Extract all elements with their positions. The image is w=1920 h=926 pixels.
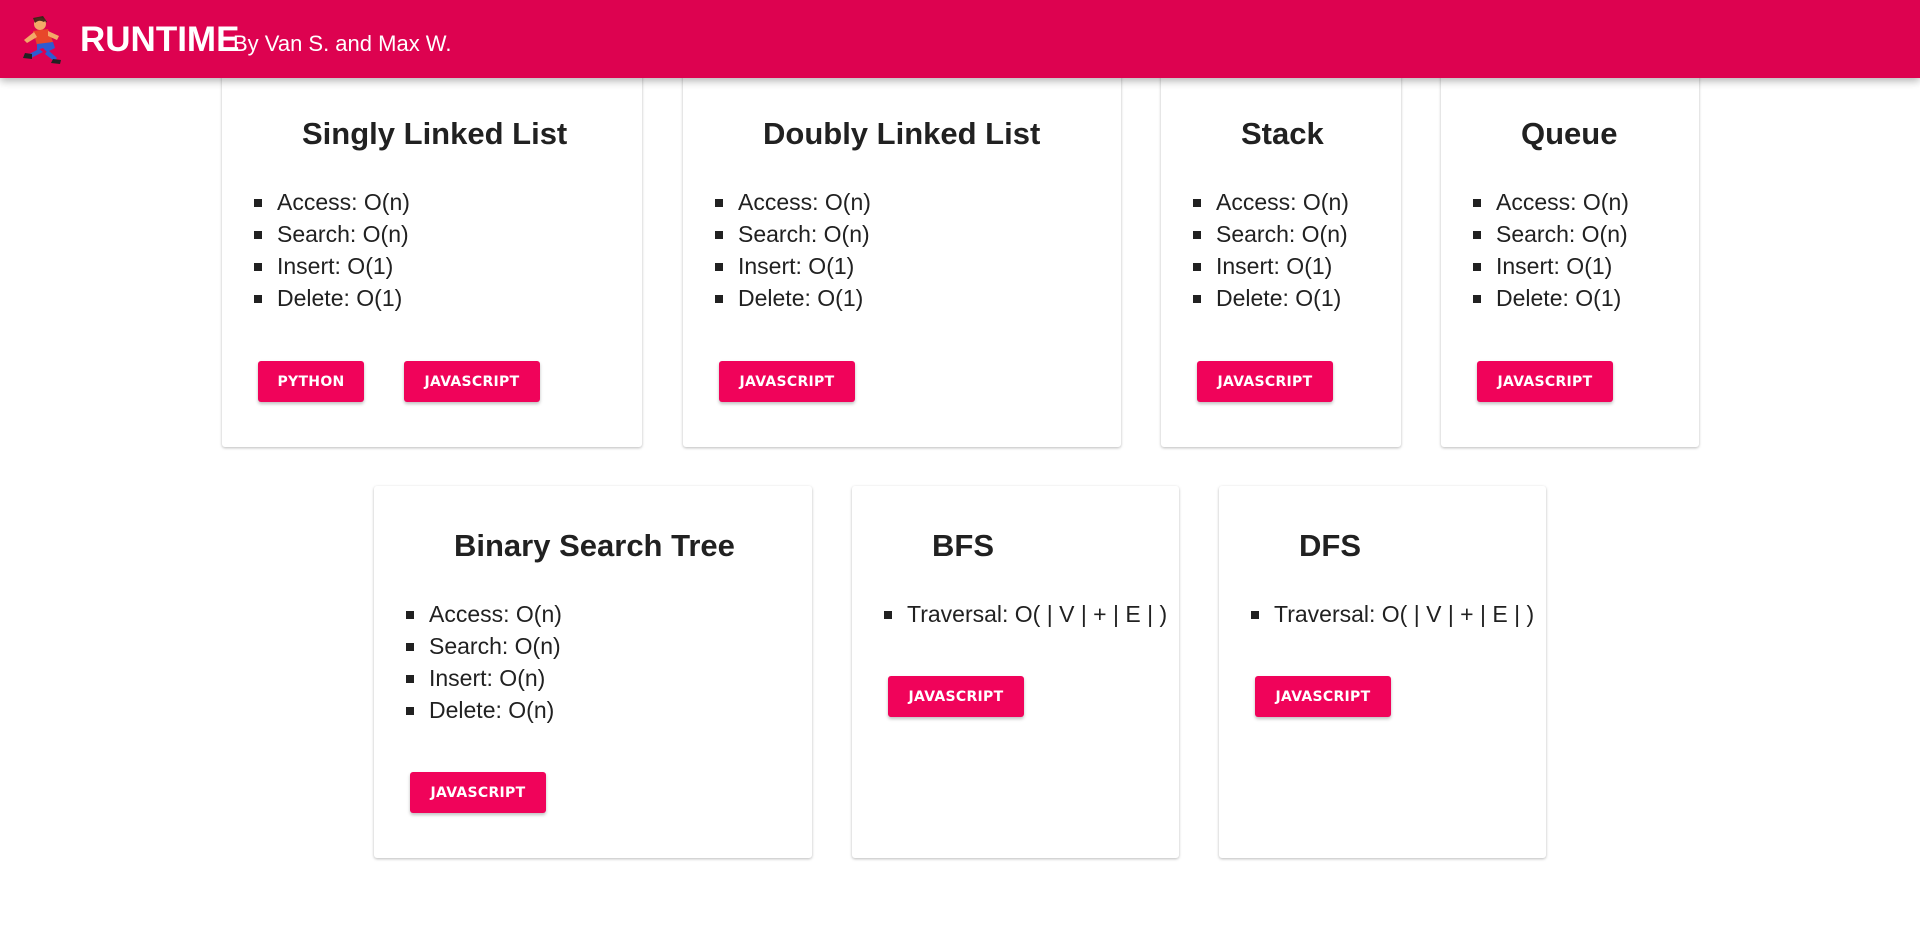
list-item: Insert: O(1) (1193, 250, 1349, 282)
list-item: Search: O(n) (406, 630, 562, 662)
card-bfs: BFS Traversal: O( | V | + | E | ) JAVASC… (852, 486, 1179, 858)
bullet-icon (254, 231, 262, 239)
app-title: RUNTIME (80, 20, 240, 59)
bullet-icon (1193, 199, 1201, 207)
complexity-list: Access: O(n) Search: O(n) Insert: O(1) D… (715, 186, 871, 314)
list-item: Traversal: O( | V | + | E | ) (1251, 598, 1534, 630)
card-queue: Queue Access: O(n) Search: O(n) Insert: … (1441, 62, 1699, 447)
bullet-icon (715, 199, 723, 207)
list-item: Traversal: O( | V | + | E | ) (884, 598, 1167, 630)
bullet-icon (254, 199, 262, 207)
complexity-list: Access: O(n) Search: O(n) Insert: O(n) D… (406, 598, 562, 726)
complexity-list: Access: O(n) Search: O(n) Insert: O(1) D… (1473, 186, 1629, 314)
card-title: Singly Linked List (302, 116, 568, 151)
bullet-icon (1473, 199, 1481, 207)
list-item: Delete: O(n) (406, 694, 562, 726)
bullet-icon (1473, 295, 1481, 303)
app-bar: RUNTIME By Van S. and Max W. (0, 0, 1920, 78)
list-item: Access: O(n) (254, 186, 410, 218)
list-item: Search: O(n) (1473, 218, 1629, 250)
javascript-button[interactable]: JAVASCRIPT (888, 676, 1024, 717)
bullet-icon (406, 675, 414, 683)
card-title: DFS (1299, 528, 1361, 563)
javascript-button[interactable]: JAVASCRIPT (410, 772, 546, 813)
list-item: Insert: O(1) (254, 250, 410, 282)
list-item: Delete: O(1) (1473, 282, 1629, 314)
card-title: Stack (1241, 116, 1324, 151)
card-dfs: DFS Traversal: O( | V | + | E | ) JAVASC… (1219, 486, 1546, 858)
bullet-icon (1251, 611, 1259, 619)
list-item: Delete: O(1) (254, 282, 410, 314)
javascript-button[interactable]: JAVASCRIPT (1197, 361, 1333, 402)
complexity-list: Traversal: O( | V | + | E | ) (1251, 598, 1534, 630)
bullet-icon (1193, 263, 1201, 271)
complexity-list: Traversal: O( | V | + | E | ) (884, 598, 1167, 630)
bullet-icon (1473, 231, 1481, 239)
list-item: Search: O(n) (715, 218, 871, 250)
list-item: Insert: O(n) (406, 662, 562, 694)
bullet-icon (406, 707, 414, 715)
card-doubly-linked-list: Doubly Linked List Access: O(n) Search: … (683, 62, 1121, 447)
list-item: Delete: O(1) (1193, 282, 1349, 314)
list-item: Delete: O(1) (715, 282, 871, 314)
bullet-icon (884, 611, 892, 619)
bullet-icon (254, 295, 262, 303)
bullet-icon (254, 263, 262, 271)
list-item: Search: O(n) (254, 218, 410, 250)
list-item: Access: O(n) (1193, 186, 1349, 218)
list-item: Access: O(n) (1473, 186, 1629, 218)
complexity-list: Access: O(n) Search: O(n) Insert: O(1) D… (1193, 186, 1349, 314)
javascript-button[interactable]: JAVASCRIPT (719, 361, 855, 402)
app-byline: By Van S. and Max W. (233, 31, 452, 56)
list-item: Search: O(n) (1193, 218, 1349, 250)
running-person-icon (23, 16, 61, 64)
bullet-icon (715, 295, 723, 303)
bullet-icon (406, 643, 414, 651)
javascript-button[interactable]: JAVASCRIPT (404, 361, 540, 402)
card-title: BFS (932, 528, 994, 563)
card-title: Binary Search Tree (454, 528, 735, 563)
bullet-icon (406, 611, 414, 619)
complexity-list: Access: O(n) Search: O(n) Insert: O(1) D… (254, 186, 410, 314)
card-title: Queue (1521, 116, 1618, 151)
bullet-icon (715, 231, 723, 239)
card-singly-linked-list: Singly Linked List Access: O(n) Search: … (222, 62, 642, 447)
bullet-icon (715, 263, 723, 271)
card-binary-search-tree: Binary Search Tree Access: O(n) Search: … (374, 486, 812, 858)
bullet-icon (1193, 231, 1201, 239)
list-item: Access: O(n) (406, 598, 562, 630)
list-item: Access: O(n) (715, 186, 871, 218)
python-button[interactable]: PYTHON (258, 361, 364, 402)
card-stack: Stack Access: O(n) Search: O(n) Insert: … (1161, 62, 1401, 447)
javascript-button[interactable]: JAVASCRIPT (1255, 676, 1391, 717)
bullet-icon (1473, 263, 1481, 271)
javascript-button[interactable]: JAVASCRIPT (1477, 361, 1613, 402)
bullet-icon (1193, 295, 1201, 303)
card-title: Doubly Linked List (763, 116, 1041, 151)
list-item: Insert: O(1) (1473, 250, 1629, 282)
list-item: Insert: O(1) (715, 250, 871, 282)
